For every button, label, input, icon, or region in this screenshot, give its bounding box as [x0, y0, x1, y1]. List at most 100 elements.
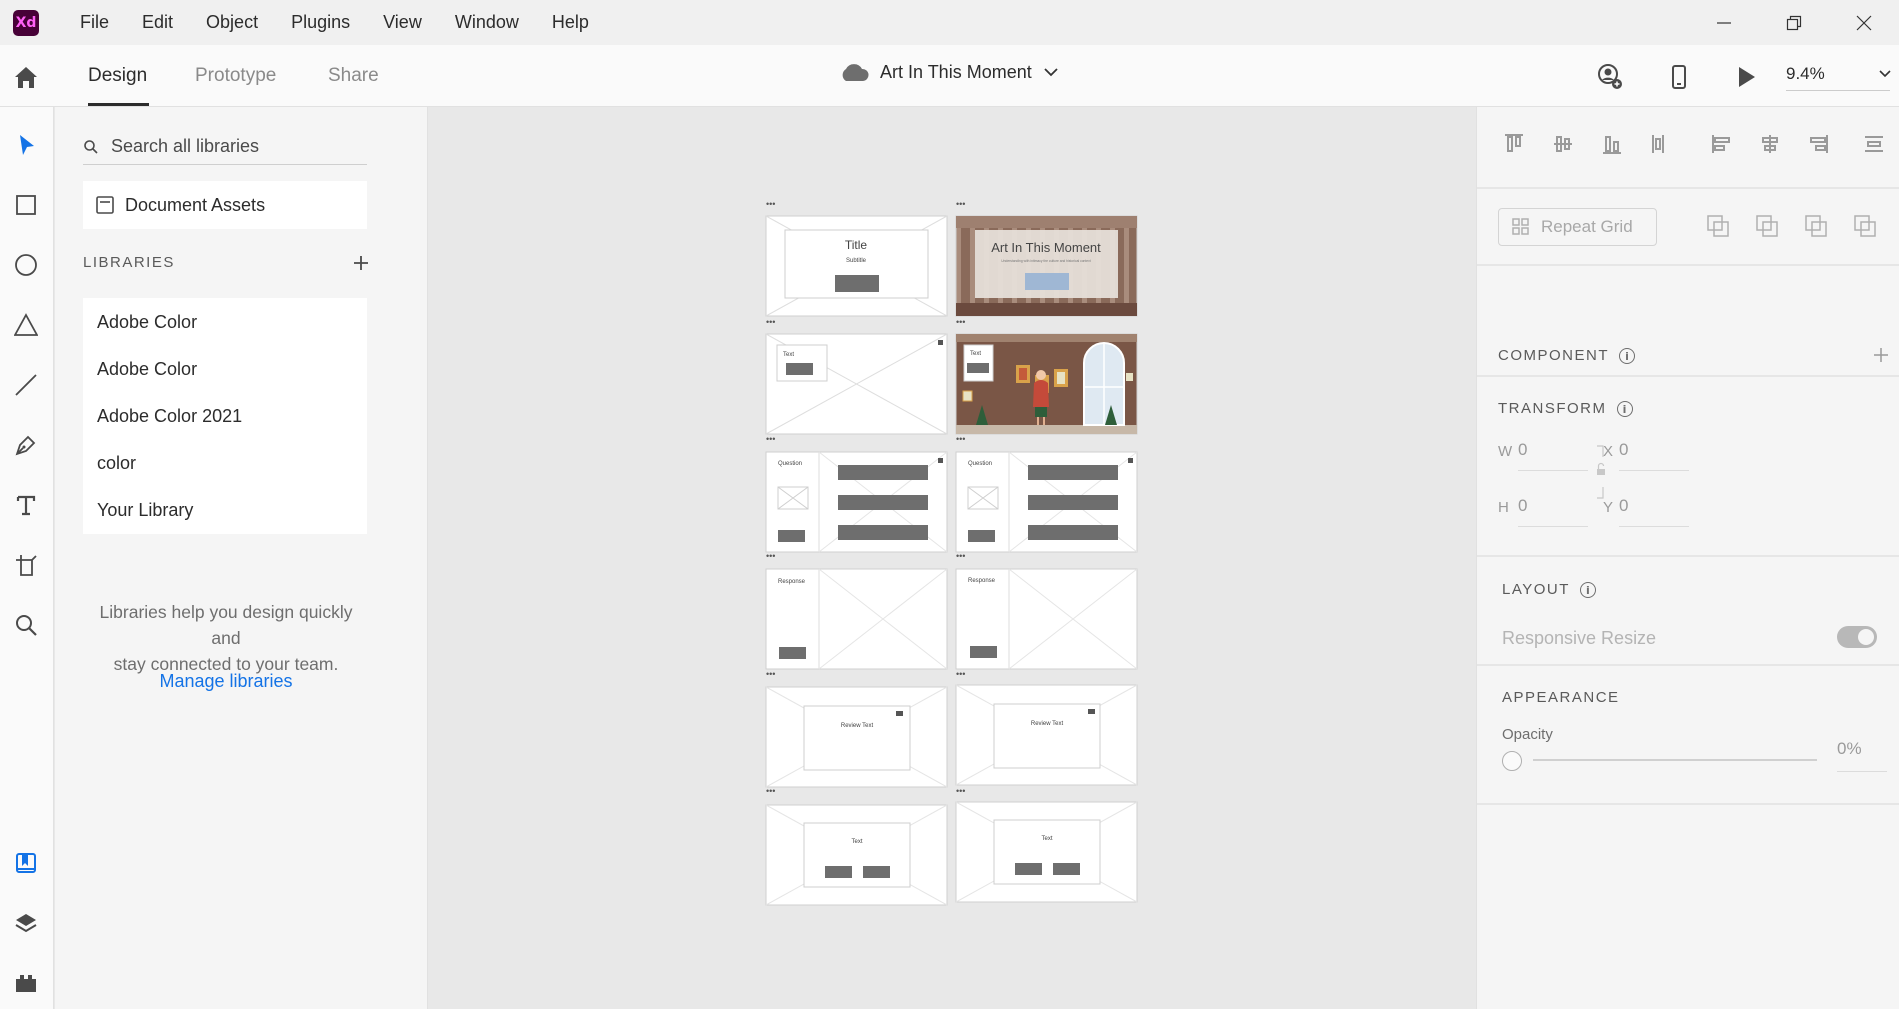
- opacity-field[interactable]: 0%: [1837, 739, 1887, 772]
- layers-panel-button[interactable]: [12, 909, 40, 937]
- align-bottom-icon[interactable]: [1603, 136, 1621, 154]
- artboard-menu-dots[interactable]: •••: [956, 317, 965, 327]
- opacity-slider-track[interactable]: [1533, 759, 1817, 761]
- magnifier-icon: [16, 615, 37, 636]
- zoom-chevron-icon[interactable]: [1878, 69, 1892, 79]
- artboard-closing[interactable]: Text: [955, 801, 1138, 903]
- library-item[interactable]: Your Library: [83, 486, 367, 534]
- appearance-section: APPEARANCE: [1502, 689, 1620, 706]
- restore-button[interactable]: [1759, 0, 1829, 45]
- add-boolean-icon[interactable]: [1707, 215, 1729, 237]
- artboard-menu-dots[interactable]: •••: [766, 434, 775, 444]
- artboard-cover[interactable]: Art In This Moment Understanding with in…: [955, 215, 1138, 317]
- boolean-ops: [1707, 215, 1876, 237]
- document-assets-button[interactable]: Document Assets: [83, 181, 367, 229]
- design-canvas[interactable]: ••• ••• ••• ••• ••• ••• ••• ••• ••• ••• …: [429, 107, 1476, 1009]
- align-center-icon[interactable]: [1762, 135, 1778, 153]
- artboard-gallery[interactable]: Text: [955, 333, 1138, 435]
- library-item[interactable]: Adobe Color: [83, 298, 367, 346]
- artboard-menu-dots[interactable]: •••: [766, 669, 775, 679]
- play-icon: [1739, 67, 1755, 87]
- lock-aspect-icon[interactable]: [1595, 445, 1615, 499]
- add-library-icon[interactable]: [353, 255, 369, 271]
- tab-prototype[interactable]: Prototype: [195, 65, 276, 87]
- pen-tool[interactable]: [12, 431, 40, 459]
- zoom-tool[interactable]: [12, 611, 40, 639]
- menu-plugins[interactable]: Plugins: [291, 12, 350, 33]
- info-icon[interactable]: i: [1579, 582, 1596, 599]
- align-middle-icon[interactable]: [1554, 136, 1572, 152]
- menu-view[interactable]: View: [383, 12, 422, 33]
- rectangle-tool[interactable]: [12, 191, 40, 219]
- menu-file[interactable]: File: [80, 12, 109, 33]
- responsive-resize-toggle[interactable]: [1837, 626, 1877, 648]
- artboard-menu-dots[interactable]: •••: [956, 669, 965, 679]
- artboard-question[interactable]: Question: [765, 451, 948, 553]
- width-field[interactable]: 0: [1518, 440, 1588, 471]
- close-button[interactable]: [1829, 0, 1899, 45]
- artboard-tool[interactable]: [12, 551, 40, 579]
- artboard-question[interactable]: Question: [955, 451, 1138, 553]
- minimize-button[interactable]: [1689, 0, 1759, 45]
- window-controls: [1689, 0, 1899, 45]
- align-right-icon[interactable]: [1810, 135, 1828, 153]
- polygon-tool[interactable]: [12, 311, 40, 339]
- x-field[interactable]: 0: [1619, 440, 1689, 471]
- select-tool[interactable]: [12, 131, 40, 159]
- plugins-panel-button[interactable]: [12, 969, 40, 997]
- library-item[interactable]: Adobe Color 2021: [83, 392, 367, 440]
- artboard-closing[interactable]: Text: [765, 804, 948, 906]
- artboard-text[interactable]: Text: [765, 333, 948, 435]
- artboard-response[interactable]: Response: [955, 568, 1138, 670]
- libraries-panel-button[interactable]: [12, 849, 40, 877]
- artboard-menu-dots[interactable]: •••: [956, 786, 965, 796]
- zoom-level[interactable]: 9.4%: [1786, 64, 1825, 84]
- y-field[interactable]: 0: [1619, 496, 1689, 527]
- menu-window[interactable]: Window: [455, 12, 519, 33]
- tab-share[interactable]: Share: [328, 65, 379, 87]
- play-preview-button[interactable]: [1732, 63, 1760, 96]
- cover-title-text: Art In This Moment: [991, 240, 1101, 255]
- repeat-grid-button[interactable]: Repeat Grid: [1498, 208, 1657, 246]
- info-icon[interactable]: i: [1619, 348, 1635, 365]
- device-preview-button[interactable]: [1665, 63, 1693, 96]
- library-item[interactable]: Adobe Color: [83, 345, 367, 393]
- menu-object[interactable]: Object: [206, 12, 258, 33]
- line-tool[interactable]: [12, 371, 40, 399]
- user-invite-icon: [1598, 64, 1622, 89]
- align-left-icon[interactable]: [1712, 135, 1730, 153]
- artboard-response[interactable]: Response: [765, 568, 948, 670]
- add-component-icon[interactable]: [1873, 347, 1889, 363]
- artboard-title[interactable]: Title Subtitle: [765, 215, 948, 317]
- plugin-icon: [16, 975, 36, 992]
- tab-design[interactable]: Design: [88, 65, 147, 87]
- invite-button[interactable]: [1595, 63, 1623, 96]
- artboard-review[interactable]: Review Text: [765, 686, 948, 788]
- menu-edit[interactable]: Edit: [142, 12, 173, 33]
- closing-text-label: Text: [851, 839, 862, 845]
- library-search[interactable]: Search all libraries: [83, 129, 367, 165]
- align-top-icon[interactable]: [1505, 134, 1523, 152]
- info-icon[interactable]: i: [1616, 401, 1633, 418]
- distribute-vertical-icon[interactable]: [1652, 135, 1664, 153]
- manage-libraries-link[interactable]: Manage libraries: [83, 671, 369, 692]
- menu-help[interactable]: Help: [552, 12, 589, 33]
- distribute-horizontal-icon[interactable]: [1865, 136, 1883, 152]
- document-title-dropdown[interactable]: Art In This Moment: [838, 61, 1072, 83]
- exclude-boolean-icon[interactable]: [1854, 215, 1876, 237]
- intersect-boolean-icon[interactable]: [1805, 215, 1827, 237]
- artboard-menu-dots[interactable]: •••: [766, 199, 775, 209]
- artboard-menu-dots[interactable]: •••: [956, 199, 965, 209]
- text-tool[interactable]: [12, 491, 40, 519]
- search-input[interactable]: Search all libraries: [111, 136, 259, 157]
- artboard-menu-dots[interactable]: •••: [766, 317, 775, 327]
- subtract-boolean-icon[interactable]: [1756, 215, 1778, 237]
- height-field[interactable]: 0: [1518, 496, 1588, 527]
- opacity-slider-handle[interactable]: [1502, 751, 1522, 771]
- library-item[interactable]: color: [83, 439, 367, 487]
- y-label: Y: [1603, 499, 1614, 516]
- home-button[interactable]: [12, 63, 40, 91]
- artboard-review[interactable]: Review Text: [955, 684, 1138, 786]
- ellipse-tool[interactable]: [12, 251, 40, 279]
- artboard-menu-dots[interactable]: •••: [956, 434, 965, 444]
